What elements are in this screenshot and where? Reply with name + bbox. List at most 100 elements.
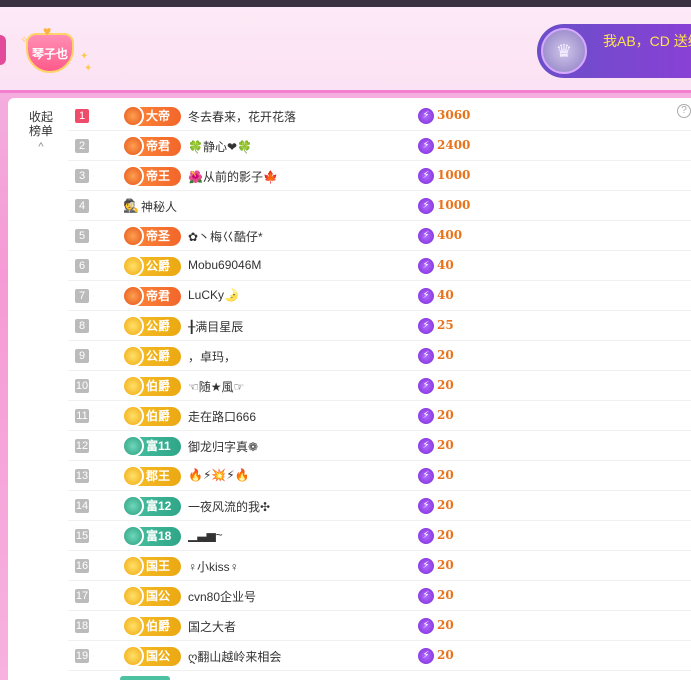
leaderboard-row[interactable]: 10 伯爵 ☜随★風☞ ⚡ 20 (68, 371, 691, 401)
level-badge-icon (122, 375, 144, 397)
level-badge-icon (122, 555, 144, 577)
level-badge-icon (122, 465, 144, 487)
level-badge-icon (122, 135, 144, 157)
level-badge: 郡王 (122, 465, 181, 487)
level-badge: 帝圣 (122, 225, 181, 247)
gift-banner[interactable]: ♛ 我AB，CD 送给 园 (537, 24, 691, 78)
leaderboard-panel: 收起榜单 ^ ? 1 大帝 冬去春来，花开花落 ⚡ 3060 2 帝君 🍀静心❤🍀 ⚡ 2400 3… (8, 98, 691, 680)
user-nickname[interactable]: 国之大者 (188, 618, 236, 635)
rank-number: 7 (75, 289, 89, 303)
rank-number: 8 (75, 319, 89, 333)
leaderboard-row[interactable]: 3 帝王 🌺从前的影子🍁 ⚡ 1000 (68, 161, 691, 191)
chevron-up-icon: ^ (38, 141, 44, 153)
level-badge: 国公 (122, 585, 181, 607)
mystery-user-icon: 🕵 (123, 198, 140, 213)
user-nickname[interactable]: 冬去春来，花开花落 (188, 108, 296, 125)
level-badge-icon (122, 345, 144, 367)
level-badge-label: 公爵 (146, 349, 171, 363)
user-nickname[interactable]: ▁▃▅~ (188, 528, 223, 542)
level-badge-icon (122, 525, 144, 547)
user-nickname[interactable]: 🍀静心❤🍀 (188, 138, 252, 155)
rank-number: 10 (75, 379, 89, 393)
level-badge-icon (122, 585, 144, 607)
contribution-score: 20 (437, 408, 454, 422)
leaderboard-row[interactable]: 17 国公 cvn80企业号 ⚡ 20 (68, 581, 691, 611)
rank-number: 9 (75, 349, 89, 363)
host-badge[interactable]: ♥ 琴子也 (22, 23, 78, 83)
leaderboard-row[interactable]: 7 帝君 LuCKy🌛 ⚡ 40 (68, 281, 691, 311)
rank-number: 11 (75, 409, 89, 423)
leaderboard-row[interactable]: 12 富11 御龙归字真❁ ⚡ 20 (68, 431, 691, 461)
rank-number: 16 (75, 559, 89, 573)
level-badge-label: 伯爵 (146, 379, 171, 393)
leaderboard-row[interactable]: 2 帝君 🍀静心❤🍀 ⚡ 2400 (68, 131, 691, 161)
user-nickname[interactable]: cvn80企业号 (188, 588, 256, 605)
level-badge-label: 帝君 (146, 139, 171, 153)
contribution-score: 40 (437, 258, 454, 272)
rank-number: 14 (75, 499, 89, 513)
contribution-score: 20 (437, 648, 454, 662)
level-badge-icon (122, 435, 144, 457)
user-nickname[interactable]: Mobu69046M (188, 258, 261, 272)
level-badge: 国公 (122, 645, 181, 667)
collapse-leaderboard-button[interactable]: 收起榜单 ^ (28, 110, 54, 154)
level-badge-label: 伯爵 (146, 619, 171, 633)
leaderboard-row[interactable]: 15 富18 ▁▃▅~ ⚡ 20 (68, 521, 691, 551)
lightning-icon: ⚡ (418, 258, 434, 274)
leaderboard-row[interactable]: 9 公爵 ，卓玛， ⚡ 20 (68, 341, 691, 371)
leaderboard-row[interactable]: 6 公爵 Mobu69046M ⚡ 40 (68, 251, 691, 281)
user-nickname[interactable]: 一夜风流的我✣ (188, 498, 270, 515)
level-badge: 公爵 (122, 315, 181, 337)
top-bar (0, 0, 691, 7)
leaderboard-list: 1 大帝 冬去春来，花开花落 ⚡ 3060 2 帝君 🍀静心❤🍀 ⚡ 2400 3 帝王 🌺从前的影子🍁… (68, 101, 691, 671)
user-nickname[interactable]: ღ翻山越岭来相会 (188, 648, 281, 665)
rank-number: 17 (75, 589, 89, 603)
user-nickname[interactable]: 🌺从前的影子🍁 (188, 168, 278, 185)
leaderboard-row[interactable]: 8 公爵 ╂满目星辰 ⚡ 25 (68, 311, 691, 341)
level-badge: 富18 (122, 525, 181, 547)
leaderboard-row[interactable]: 1 大帝 冬去春来，花开花落 ⚡ 3060 (68, 101, 691, 131)
sparkle-icon: ✦ (84, 63, 93, 74)
contribution-score: 20 (437, 378, 454, 392)
user-nickname[interactable]: 走在路口666 (188, 408, 256, 425)
left-edge-tab[interactable] (0, 35, 6, 65)
user-nickname[interactable]: ☜随★風☞ (188, 378, 244, 395)
level-badge-icon (122, 225, 144, 247)
contribution-score: 20 (437, 348, 454, 362)
rank-number: 12 (75, 439, 89, 453)
leaderboard-row[interactable]: 16 国王 ♀小kiss♀ ⚡ 20 (68, 551, 691, 581)
rank-number: 15 (75, 529, 89, 543)
lightning-icon: ⚡ (418, 348, 434, 364)
leaderboard-row[interactable]: 11 伯爵 走在路口666 ⚡ 20 (68, 401, 691, 431)
lightning-icon: ⚡ (418, 468, 434, 484)
level-badge: 富11 (122, 435, 181, 457)
user-nickname[interactable]: LuCKy🌛 (188, 288, 239, 302)
user-nickname[interactable]: ✿丶梅巜酷仔* (188, 228, 263, 245)
level-badge-icon (122, 615, 144, 637)
rank-number: 18 (75, 619, 89, 633)
level-badge-label: 大帝 (146, 109, 171, 123)
user-nickname[interactable]: ，卓玛， (188, 348, 236, 365)
user-nickname[interactable]: 神秘人 (141, 198, 177, 215)
user-nickname[interactable]: ╂满目星辰 (188, 318, 243, 335)
leaderboard-row[interactable]: 13 郡王 🔥⚡💥⚡🔥 ⚡ 20 (68, 461, 691, 491)
rank-number: 1 (75, 109, 89, 123)
contribution-score: 20 (437, 528, 454, 542)
user-nickname[interactable]: 御龙归字真❁ (188, 438, 258, 455)
leaderboard-row[interactable]: 4 🕵 神秘人 ⚡ 1000 (68, 191, 691, 221)
rank-number: 4 (75, 199, 89, 213)
leaderboard-row[interactable]: 18 伯爵 国之大者 ⚡ 20 (68, 611, 691, 641)
leaderboard-row[interactable]: 5 帝圣 ✿丶梅巜酷仔* ⚡ 400 (68, 221, 691, 251)
level-badge-icon (122, 405, 144, 427)
leaderboard-row[interactable]: 19 国公 ღ翻山越岭来相会 ⚡ 20 (68, 641, 691, 671)
lightning-icon: ⚡ (418, 588, 434, 604)
level-badge-icon (122, 495, 144, 517)
heart-icon: ♥ (43, 23, 52, 39)
host-name: 琴子也 (31, 47, 68, 61)
user-nickname[interactable]: ♀小kiss♀ (188, 558, 239, 575)
leaderboard-row[interactable]: 14 富12 一夜风流的我✣ ⚡ 20 (68, 491, 691, 521)
user-nickname[interactable]: 🔥⚡💥⚡🔥 (188, 468, 250, 482)
lightning-icon: ⚡ (418, 648, 434, 664)
contribution-score: 1000 (437, 168, 471, 182)
contribution-score: 20 (437, 618, 454, 632)
